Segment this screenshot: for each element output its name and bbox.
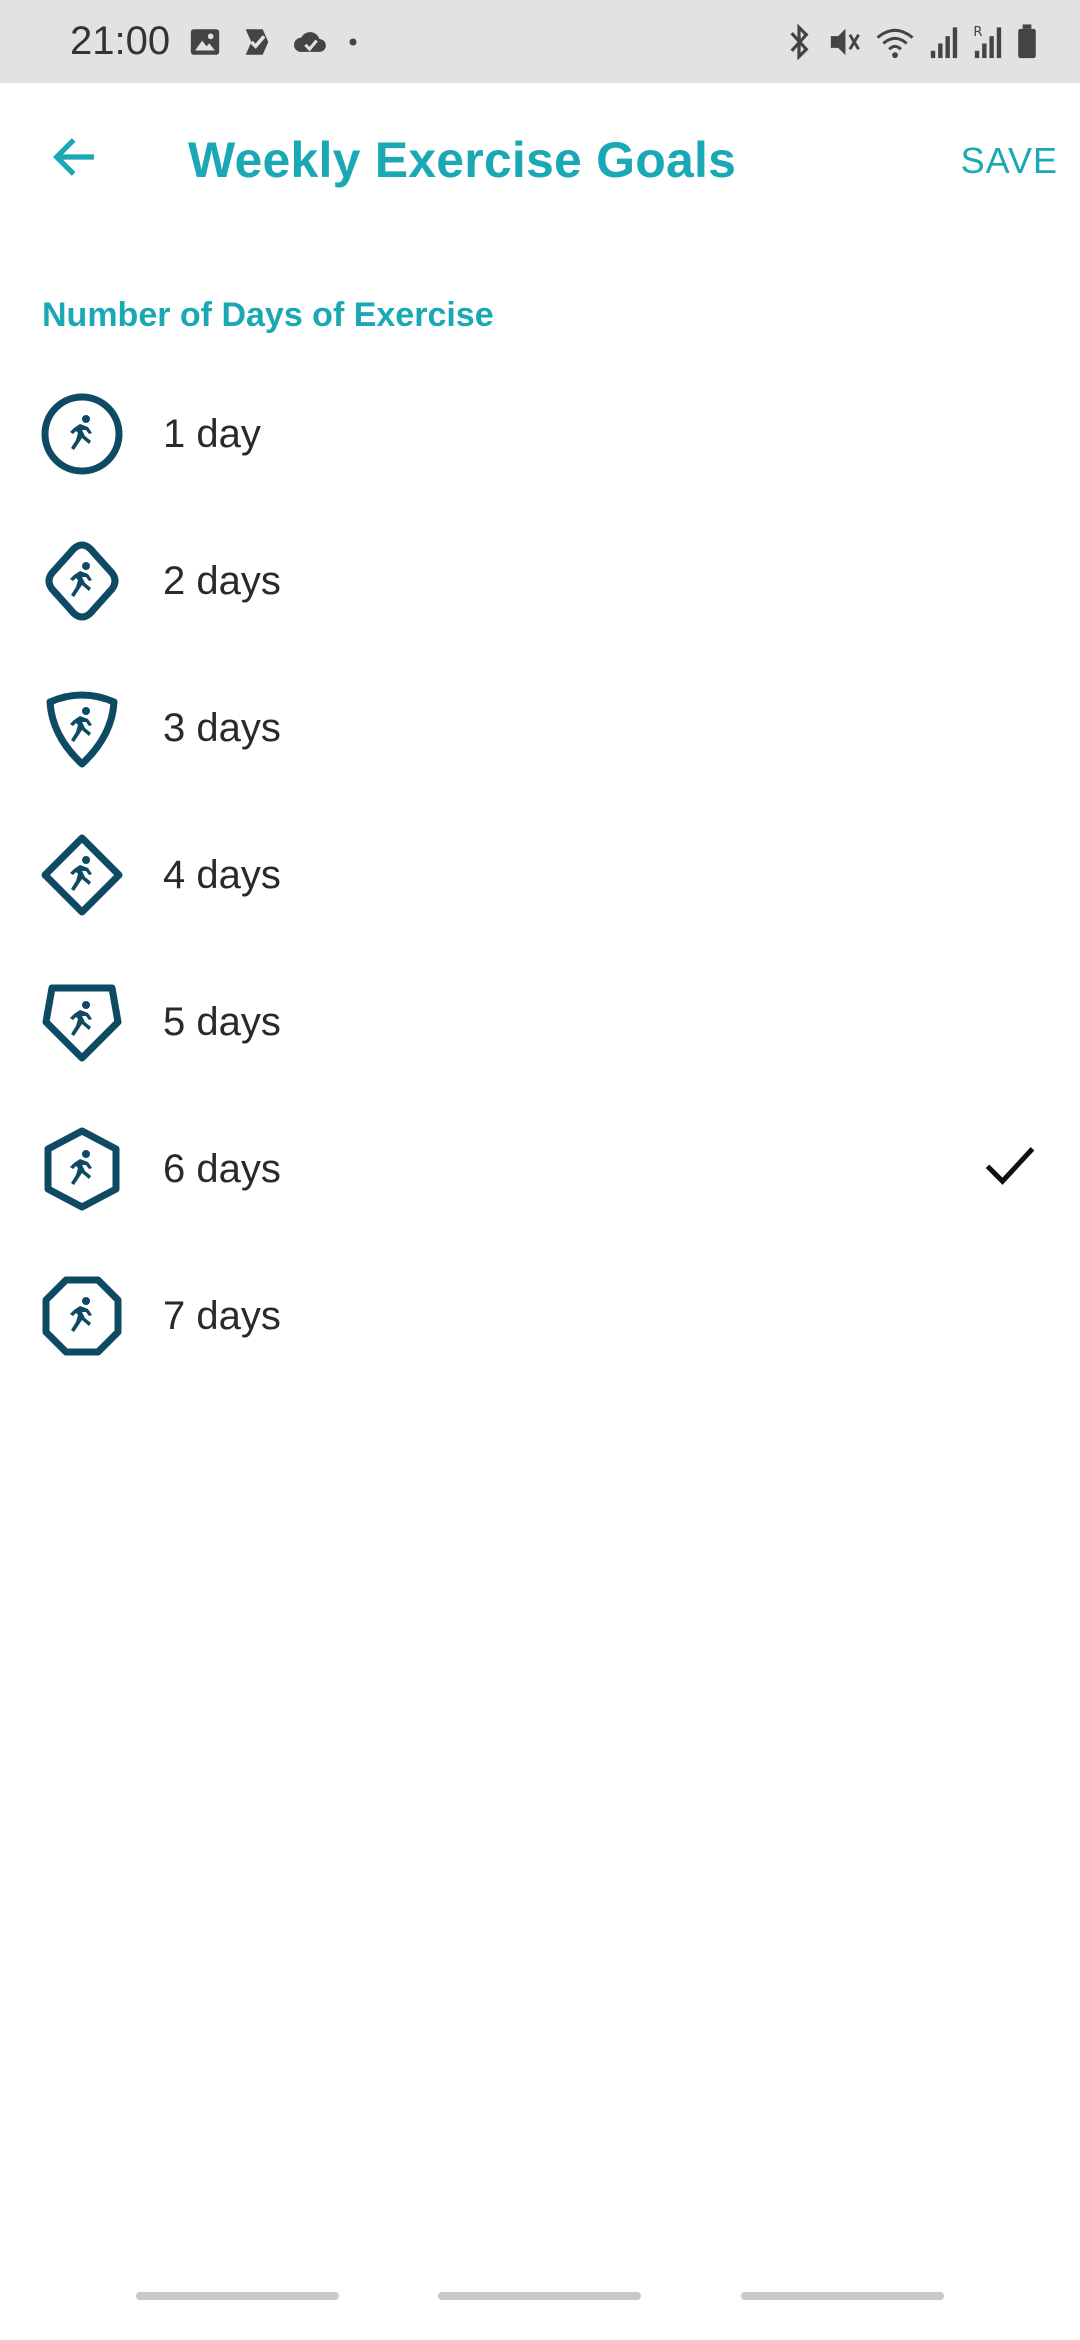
page-title: Weekly Exercise Goals [188, 132, 737, 188]
option-label: 6 days [163, 1147, 281, 1191]
back-button[interactable] [38, 123, 110, 195]
option-label: 7 days [163, 1294, 281, 1338]
nav-recents-button[interactable] [136, 2292, 339, 2300]
section-header: Number of Days of Exercise [42, 296, 494, 334]
option-4-days[interactable]: 4 days [0, 803, 1080, 950]
task-check-icon [240, 25, 274, 59]
option-label: 3 days [163, 706, 281, 750]
badge-circle-runner-icon [40, 392, 124, 476]
badge-diamond-runner-icon [40, 833, 124, 917]
option-label: 2 days [163, 559, 281, 603]
option-label: 1 day [163, 412, 261, 456]
option-2-days[interactable]: 2 days [0, 509, 1080, 656]
nav-back-button[interactable] [741, 2292, 944, 2300]
nav-home-button[interactable] [438, 2292, 641, 2300]
app-bar: Weekly Exercise Goals SAVE [0, 83, 1080, 231]
checkmark-icon [980, 1135, 1040, 1195]
badge-octagon-runner-icon [40, 1274, 124, 1358]
bluetooth-icon [784, 23, 814, 61]
save-button[interactable]: SAVE [961, 133, 1058, 189]
option-6-days[interactable]: 6 days [0, 1097, 1080, 1244]
status-time: 21:00 [70, 19, 171, 63]
image-icon [188, 25, 222, 59]
badge-shield-runner-icon [40, 686, 124, 770]
arrow-left-icon [48, 131, 100, 188]
option-label: 5 days [163, 1000, 281, 1044]
badge-hexagon-runner-icon [40, 1127, 124, 1211]
cloud-check-icon [292, 25, 330, 59]
option-7-days[interactable]: 7 days [0, 1244, 1080, 1391]
wifi-icon [874, 23, 916, 61]
navigation-bar [0, 2278, 1080, 2340]
signal-icon [928, 23, 960, 61]
option-1-day[interactable]: 1 day [0, 362, 1080, 509]
status-bar: 21:00 R [0, 0, 1080, 83]
dot-icon [348, 37, 358, 47]
badge-pentagon-runner-icon [40, 980, 124, 1064]
battery-icon [1016, 23, 1038, 61]
option-5-days[interactable]: 5 days [0, 950, 1080, 1097]
option-label: 4 days [163, 853, 281, 897]
mute-icon [826, 23, 862, 61]
badge-rounded-diamond-runner-icon [40, 539, 124, 623]
option-3-days[interactable]: 3 days [0, 656, 1080, 803]
signal-roaming-icon: R [972, 23, 1004, 61]
svg-text:R: R [973, 25, 982, 40]
